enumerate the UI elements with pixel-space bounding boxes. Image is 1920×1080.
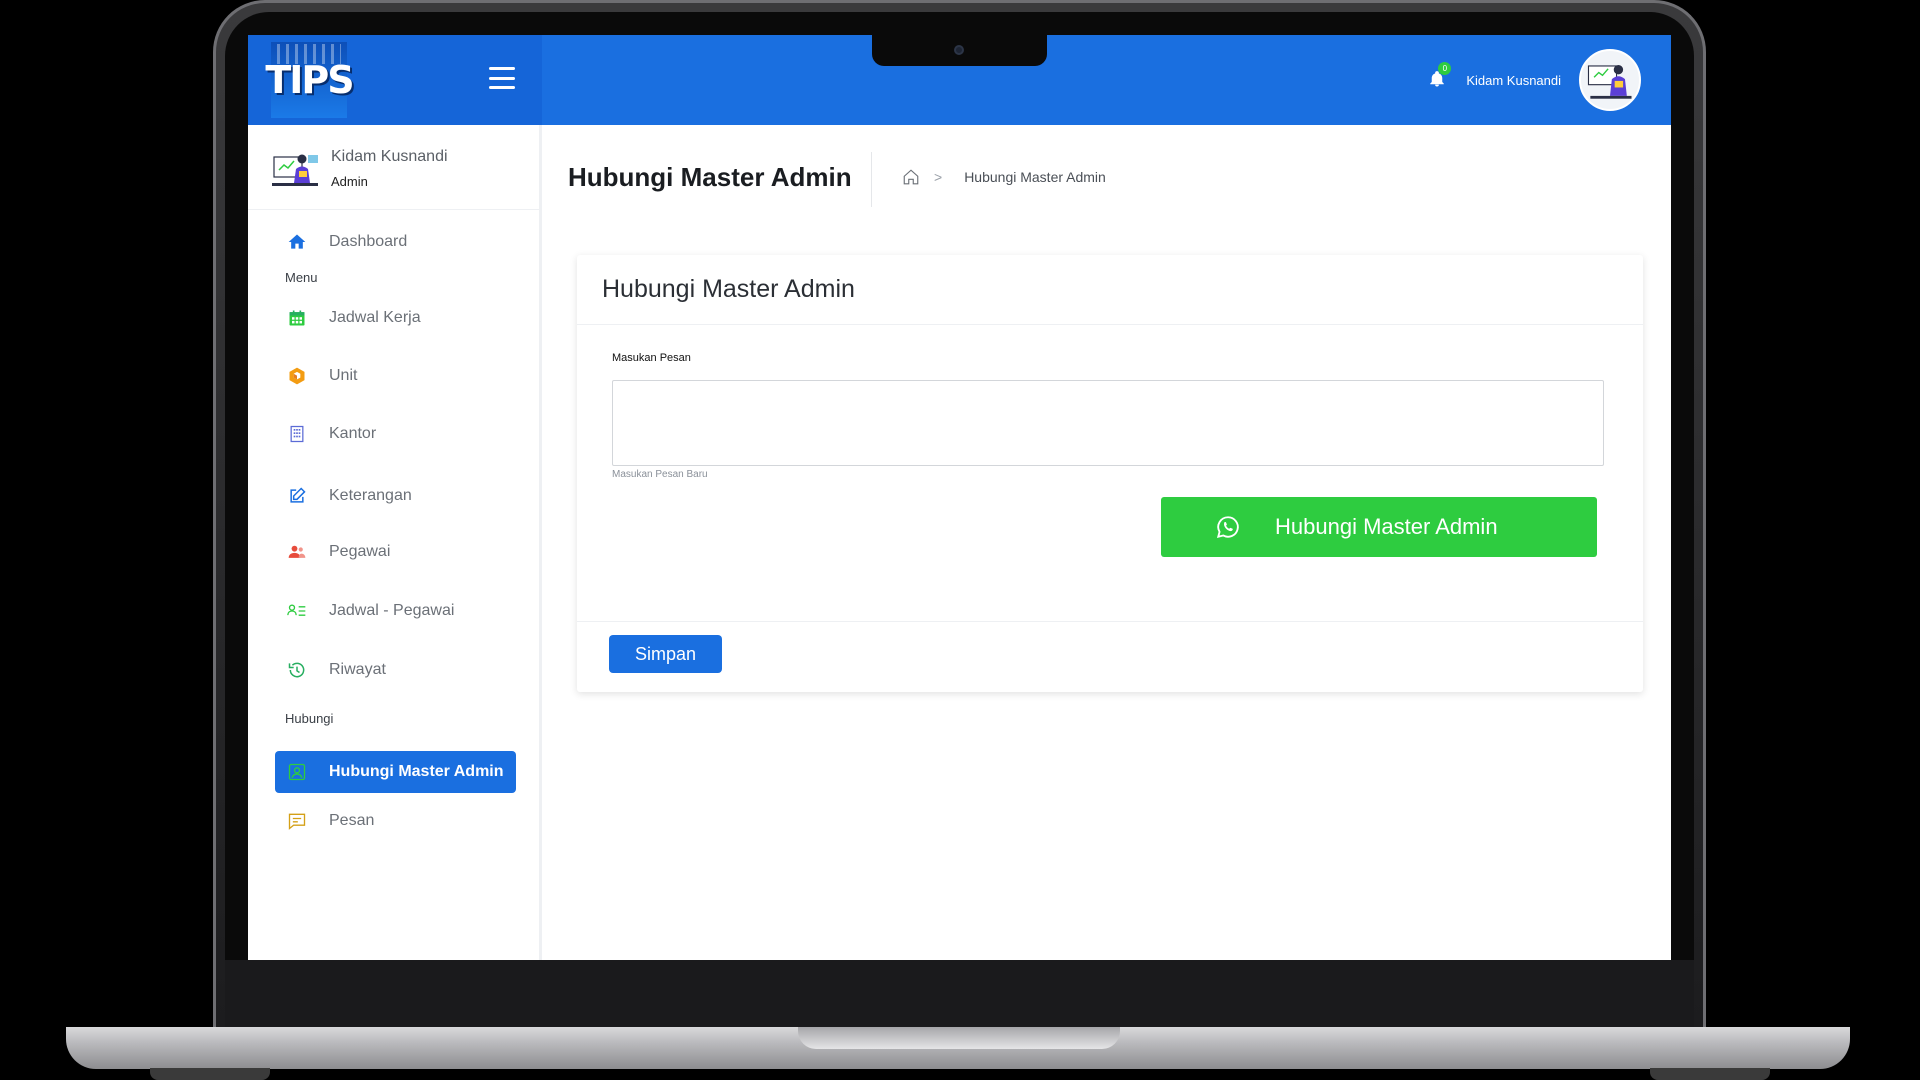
top-user-area: 0 Kidam Kusnandi [1428, 49, 1641, 111]
laptop-bottom-bezel [225, 960, 1694, 1030]
sidebar-item-label: Jadwal Kerja [329, 309, 421, 326]
cube-icon [285, 364, 309, 388]
screen: TIPS 0 Kidam Kusnandi Kidam Kusnandi Adm… [248, 35, 1671, 960]
sidebar-item-hubungi-master-admin[interactable]: Hubungi Master Admin [275, 751, 516, 793]
calendar-icon [285, 306, 309, 330]
sidebar-item-kantor[interactable]: Kantor [275, 413, 516, 455]
history-icon [285, 658, 309, 682]
sidebar-item-unit[interactable]: Unit [275, 355, 516, 397]
save-button[interactable]: Simpan [609, 635, 722, 673]
sidebar-item-jadwal-kerja[interactable]: Jadwal Kerja [275, 297, 516, 339]
sidebar-profile-role: Admin [331, 174, 368, 189]
breadcrumb-separator: > [934, 169, 943, 185]
logo-stripes [277, 44, 341, 64]
sidebar-item-label: Keterangan [329, 487, 412, 504]
users-icon [285, 540, 309, 564]
laptop-base-notch [798, 1027, 1120, 1049]
logo[interactable]: TIPS [265, 42, 355, 118]
sidebar-item-label: Riwayat [329, 661, 386, 678]
sidebar-item-keterangan[interactable]: Keterangan [275, 475, 516, 517]
laptop-foot-right [1650, 1068, 1770, 1080]
title-divider [871, 152, 872, 207]
sidebar-item-label: Hubungi Master Admin [329, 763, 504, 780]
sidebar: Kidam Kusnandi Admin Dashboard Menu Jadw… [248, 125, 542, 960]
laptop-foot-left [150, 1068, 270, 1080]
brand-area: TIPS [248, 35, 542, 125]
camera-notch [872, 35, 1047, 66]
notification-bell-icon[interactable]: 0 [1428, 62, 1452, 90]
sidebar-avatar [272, 149, 320, 189]
sidebar-item-label: Dashboard [329, 233, 408, 250]
menu-toggle-icon[interactable] [489, 67, 515, 89]
message-textarea[interactable] [612, 380, 1604, 466]
breadcrumb: > Hubungi Master Admin [902, 168, 1106, 186]
building-icon [285, 422, 309, 446]
message-field-help: Masukan Pesan Baru [612, 469, 708, 480]
card-title: Hubungi Master Admin [602, 275, 855, 303]
contact-icon [285, 760, 309, 784]
sidebar-item-jadwal-pegawai[interactable]: Jadwal - Pegawai [275, 590, 516, 632]
top-username[interactable]: Kidam Kusnandi [1466, 73, 1561, 88]
sidebar-item-pegawai[interactable]: Pegawai [275, 531, 516, 573]
whatsapp-icon [1215, 514, 1241, 540]
camera-icon [954, 45, 964, 55]
breadcrumb-home-icon[interactable] [902, 168, 920, 186]
sidebar-item-pesan[interactable]: Pesan [275, 800, 516, 842]
edit-icon [285, 484, 309, 508]
user-list-icon [285, 599, 309, 623]
sidebar-item-label: Kantor [329, 425, 377, 442]
user-avatar[interactable] [1579, 49, 1641, 111]
notification-badge: 0 [1438, 62, 1452, 75]
page-title: Hubungi Master Admin [568, 162, 852, 192]
sidebar-item-dashboard[interactable]: Dashboard [275, 221, 516, 263]
card-footer-divider [577, 621, 1643, 622]
home-icon [285, 230, 309, 254]
message-field-label: Masukan Pesan [612, 352, 691, 364]
sidebar-item-label: Pegawai [329, 543, 391, 560]
sidebar-section-hubungi: Hubungi [285, 711, 334, 726]
sidebar-item-riwayat[interactable]: Riwayat [275, 649, 516, 691]
sidebar-item-label: Pesan [329, 812, 375, 829]
logo-text: TIPS [265, 58, 354, 102]
sidebar-profile: Kidam Kusnandi Admin [248, 125, 539, 210]
sidebar-section-menu: Menu [285, 270, 318, 285]
contact-card: Hubungi Master Admin Masukan Pesan Masuk… [577, 255, 1643, 692]
message-icon [285, 809, 309, 833]
sidebar-item-label: Jadwal - Pegawai [329, 602, 455, 619]
whatsapp-contact-button[interactable]: Hubungi Master Admin [1161, 497, 1597, 557]
whatsapp-button-label: Hubungi Master Admin [1275, 514, 1498, 539]
breadcrumb-current: Hubungi Master Admin [964, 169, 1106, 185]
sidebar-item-label: Unit [329, 367, 358, 384]
card-header: Hubungi Master Admin [577, 255, 1643, 325]
sidebar-profile-name: Kidam Kusnandi [331, 148, 448, 165]
